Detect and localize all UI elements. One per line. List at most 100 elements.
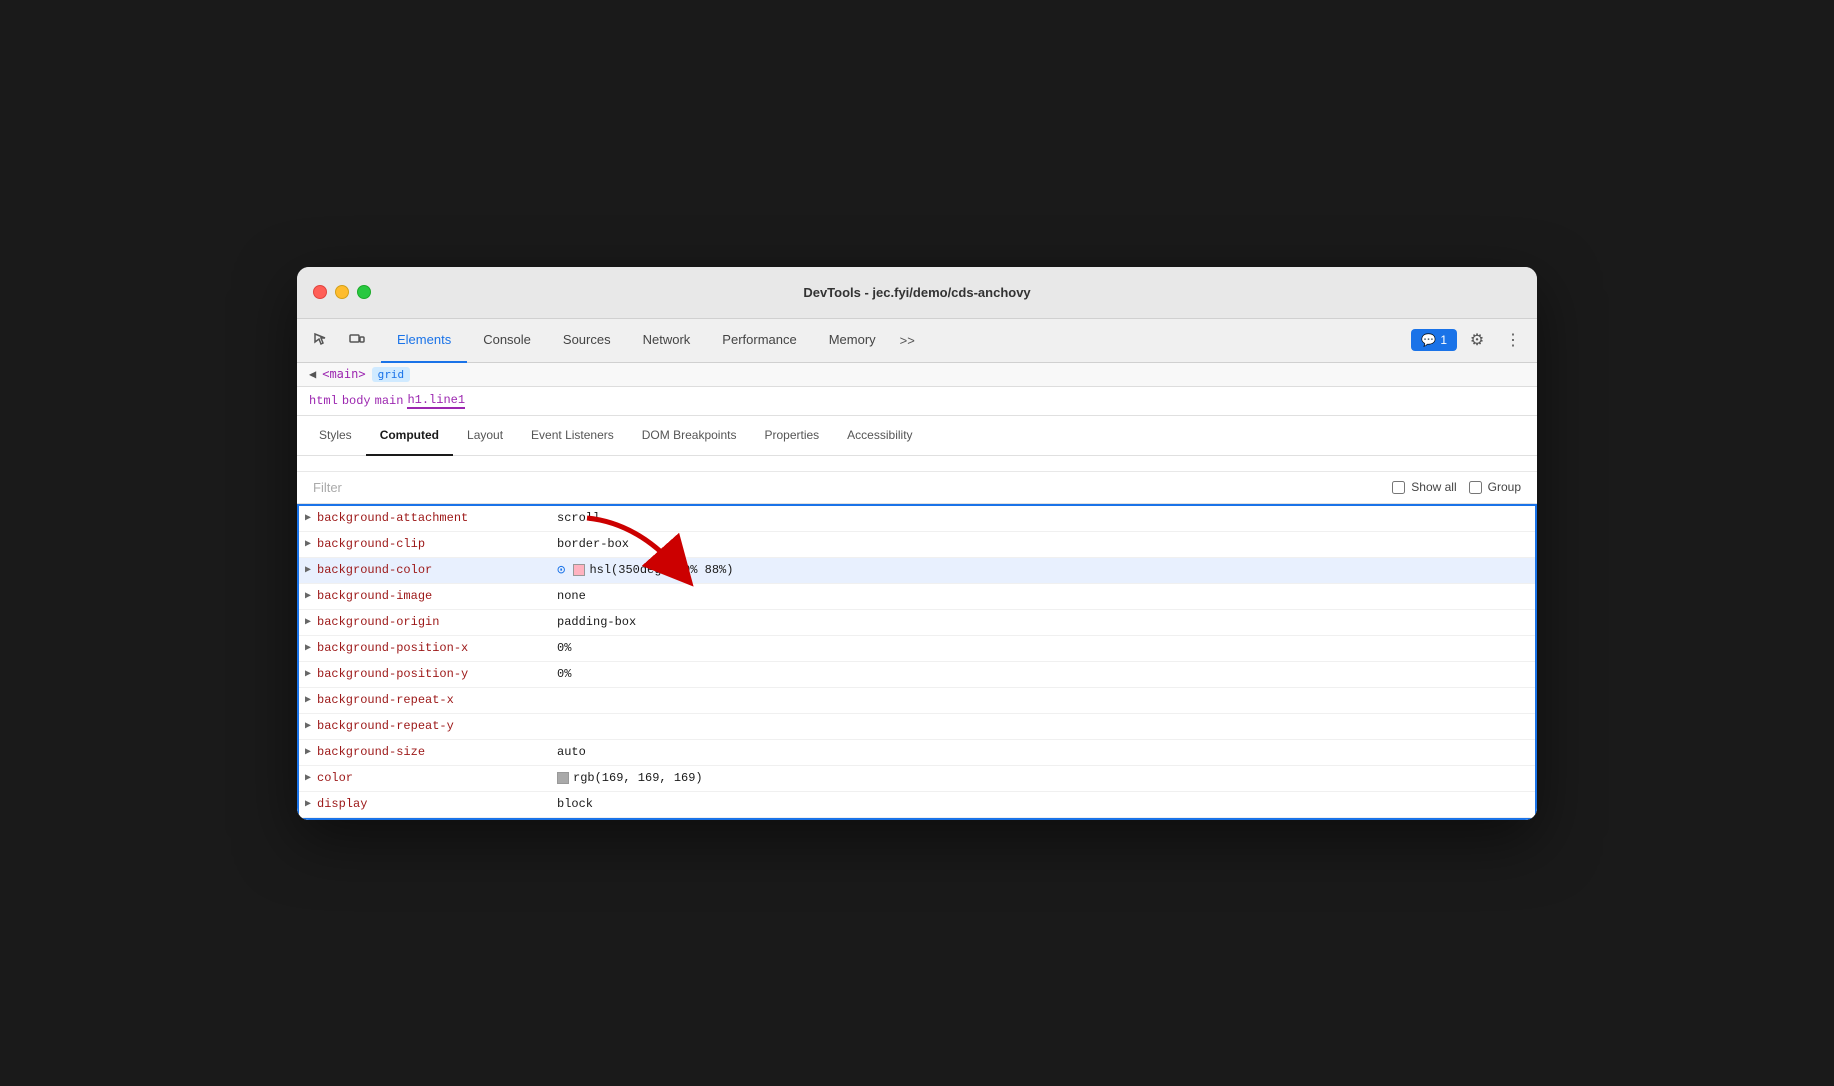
- breadcrumb-body[interactable]: body: [342, 394, 371, 408]
- sub-tab-bar: Styles Computed Layout Event Listeners D…: [297, 416, 1537, 456]
- prop-expander[interactable]: ▶: [299, 587, 317, 605]
- override-icon: ⊙: [557, 562, 565, 579]
- prop-value: ⊙ hsl(350deg 100% 88%): [557, 562, 733, 579]
- title-bar: DevTools - jec.fyi/demo/cds-anchovy: [297, 267, 1537, 319]
- prop-expander[interactable]: ▶: [299, 691, 317, 709]
- filter-input[interactable]: [313, 480, 1376, 495]
- prop-expander[interactable]: ▶: [299, 743, 317, 761]
- prop-expander[interactable]: ▶: [299, 639, 317, 657]
- minimize-button[interactable]: [335, 285, 349, 299]
- sub-tab-accessibility[interactable]: Accessibility: [833, 416, 926, 456]
- sub-tab-styles[interactable]: Styles: [305, 416, 366, 456]
- table-row: ▶background-position-x0%: [299, 636, 1535, 662]
- prop-value-text: rgb(169, 169, 169): [573, 771, 703, 785]
- group-checkbox[interactable]: [1469, 481, 1482, 494]
- settings-button[interactable]: ⚙: [1461, 324, 1493, 356]
- messages-badge-button[interactable]: 💬 1: [1411, 329, 1457, 351]
- table-row: ▶background-originpadding-box: [299, 610, 1535, 636]
- prop-value-text: 0%: [557, 667, 571, 681]
- prop-value: block: [557, 797, 593, 811]
- prop-name: background-repeat-x: [317, 693, 557, 707]
- prop-value-text: scroll: [557, 511, 600, 525]
- prop-value: 0%: [557, 641, 571, 655]
- prop-name: background-size: [317, 745, 557, 759]
- sub-tab-event-listeners[interactable]: Event Listeners: [517, 416, 628, 456]
- tab-console[interactable]: Console: [467, 319, 547, 363]
- prop-name: display: [317, 797, 557, 811]
- maximize-button[interactable]: [357, 285, 371, 299]
- tab-performance[interactable]: Performance: [706, 319, 812, 363]
- sub-tab-properties[interactable]: Properties: [750, 416, 833, 456]
- toolbar-icons: [305, 324, 373, 356]
- prop-name: background-repeat-y: [317, 719, 557, 733]
- prop-expander[interactable]: ▶: [299, 665, 317, 683]
- prop-name: background-image: [317, 589, 557, 603]
- window-title: DevTools - jec.fyi/demo/cds-anchovy: [803, 285, 1030, 300]
- prop-value: auto: [557, 745, 586, 759]
- show-all-checkbox[interactable]: [1392, 481, 1405, 494]
- prop-expander[interactable]: ▶: [299, 535, 317, 553]
- prop-value-text: none: [557, 589, 586, 603]
- device-toolbar-button[interactable]: [341, 324, 373, 356]
- tag-main[interactable]: <main>: [322, 367, 365, 381]
- prop-value-text: block: [557, 797, 593, 811]
- prop-expander[interactable]: ▶: [299, 769, 317, 787]
- devtools-window: DevTools - jec.fyi/demo/cds-anchovy Elem…: [297, 267, 1537, 820]
- prop-value-text: padding-box: [557, 615, 636, 629]
- breadcrumb: html body main h1.line1: [297, 387, 1537, 416]
- prop-value: 0%: [557, 667, 571, 681]
- sub-tab-layout[interactable]: Layout: [453, 416, 517, 456]
- table-row: ▶background-sizeauto: [299, 740, 1535, 766]
- more-tabs-button[interactable]: >>: [892, 318, 923, 362]
- tab-network[interactable]: Network: [627, 319, 707, 363]
- table-row: ▶background-imagenone: [299, 584, 1535, 610]
- tab-bar-right: 💬 1 ⚙ ⋮: [1411, 324, 1529, 356]
- breadcrumb-main[interactable]: main: [375, 394, 404, 408]
- properties-wrapper: ▶background-attachmentscroll▶background-…: [297, 504, 1537, 820]
- inspect-element-button[interactable]: [305, 324, 337, 356]
- table-row: ▶displayblock: [299, 792, 1535, 818]
- prop-value-text: hsl(350deg 100% 88%): [589, 563, 733, 577]
- table-row: ▶background-clipborder-box: [299, 532, 1535, 558]
- prop-value-text: border-box: [557, 537, 629, 551]
- sub-tab-dom-breakpoints[interactable]: DOM Breakpoints: [628, 416, 751, 456]
- prop-expander[interactable]: ▶: [299, 613, 317, 631]
- group-label[interactable]: Group: [1469, 480, 1521, 494]
- spacer: [297, 456, 1537, 472]
- prop-name: background-origin: [317, 615, 557, 629]
- tab-sources[interactable]: Sources: [547, 319, 627, 363]
- color-swatch[interactable]: [557, 772, 569, 784]
- element-tag-path: ◀ <main> grid: [297, 363, 1537, 387]
- table-row: ▶background-position-y0%: [299, 662, 1535, 688]
- prop-name: background-position-y: [317, 667, 557, 681]
- table-row: ▶background-attachmentscroll: [299, 506, 1535, 532]
- more-options-button[interactable]: ⋮: [1497, 324, 1529, 356]
- prop-expander[interactable]: ▶: [299, 717, 317, 735]
- prop-expander[interactable]: ▶: [299, 561, 317, 579]
- filter-options: Show all Group: [1392, 480, 1521, 494]
- prop-value: rgb(169, 169, 169): [557, 771, 703, 785]
- tab-memory[interactable]: Memory: [813, 319, 892, 363]
- filter-bar: Show all Group: [297, 472, 1537, 504]
- breadcrumb-h1[interactable]: h1.line1: [407, 393, 465, 409]
- computed-properties-list[interactable]: ▶background-attachmentscroll▶background-…: [297, 504, 1537, 820]
- prop-value: padding-box: [557, 615, 636, 629]
- show-all-label[interactable]: Show all: [1392, 480, 1456, 494]
- tab-elements[interactable]: Elements: [381, 319, 467, 363]
- prop-value: none: [557, 589, 586, 603]
- prop-expander[interactable]: ▶: [299, 509, 317, 527]
- prop-value: scroll: [557, 511, 600, 525]
- sub-tab-computed[interactable]: Computed: [366, 416, 453, 456]
- table-row: ▶colorrgb(169, 169, 169): [299, 766, 1535, 792]
- prop-name: background-clip: [317, 537, 557, 551]
- color-swatch[interactable]: [573, 564, 585, 576]
- close-button[interactable]: [313, 285, 327, 299]
- prop-expander[interactable]: ▶: [299, 795, 317, 813]
- table-row: ▶background-color⊙ hsl(350deg 100% 88%): [299, 558, 1535, 584]
- prop-value: border-box: [557, 537, 629, 551]
- layout-badge: grid: [372, 367, 411, 382]
- traffic-lights: [313, 285, 371, 299]
- prop-name: background-position-x: [317, 641, 557, 655]
- prop-name: background-color: [317, 563, 557, 577]
- breadcrumb-html[interactable]: html: [309, 394, 338, 408]
